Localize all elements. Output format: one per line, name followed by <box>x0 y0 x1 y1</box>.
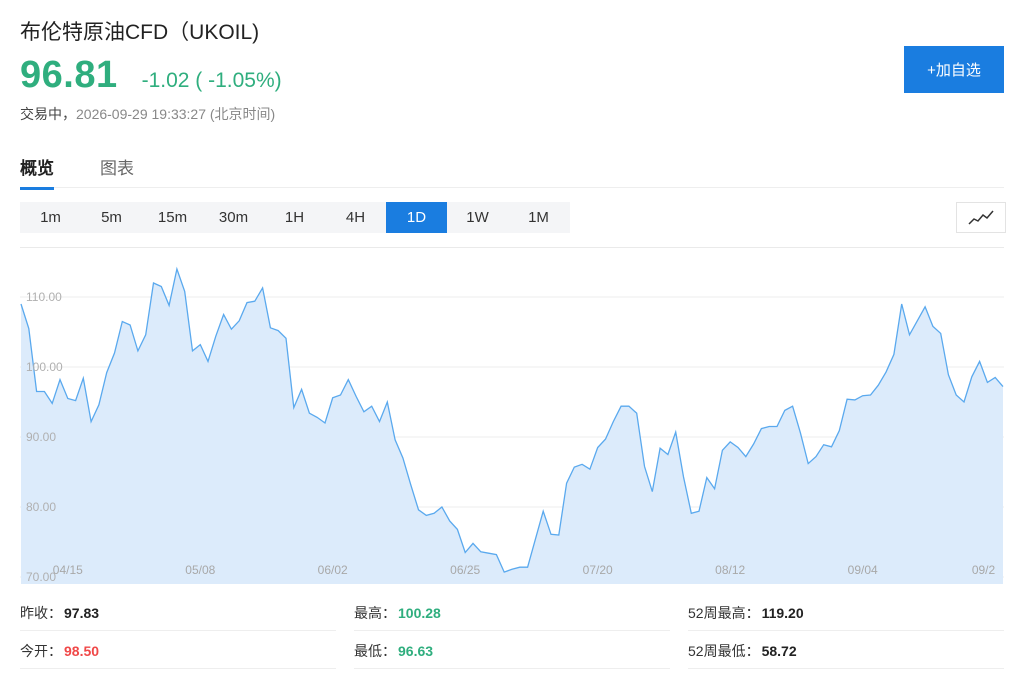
y-tick-label: 100.00 <box>26 360 63 374</box>
52w-high-value: 119.20 <box>761 604 804 621</box>
tab-bar: 概览 图表 <box>20 150 1004 190</box>
tab-overview[interactable]: 概览 <box>20 154 54 190</box>
prev-close-value: 97.83 <box>64 604 100 621</box>
high-value: 100.28 <box>398 604 441 621</box>
timeframe-1mo[interactable]: 1M <box>508 202 569 233</box>
price-area <box>21 269 1003 584</box>
price-row: 96.81 -1.02 ( -1.05%) <box>20 54 282 97</box>
timeframe-1d[interactable]: 1D <box>386 202 447 233</box>
low-label: 最低： <box>354 642 396 659</box>
timeframe-5m[interactable]: 5m <box>81 202 142 233</box>
timeframe-1m[interactable]: 1m <box>20 202 81 233</box>
x-tick-label: 07/20 <box>583 563 613 577</box>
x-tick-label: 06/25 <box>450 563 480 577</box>
line-chart-icon <box>968 210 994 225</box>
timeframe-selector: 1m 5m 15m 30m 1H 4H 1D 1W 1M <box>20 202 570 233</box>
quote-timestamp: 2026-09-29 19:33:27 (北京时间) <box>76 106 276 122</box>
timeframe-1h[interactable]: 1H <box>264 202 325 233</box>
x-tick-label: 04/15 <box>53 563 83 577</box>
last-price: 96.81 <box>20 54 118 96</box>
52w-low-label: 52周最低： <box>688 642 760 659</box>
tab-chart[interactable]: 图表 <box>100 154 134 187</box>
stat-low: 最低： 96.63 <box>354 633 670 669</box>
x-tick-label: 09/2 <box>972 563 996 577</box>
chart-type-button[interactable] <box>956 202 1006 233</box>
timeframe-30m[interactable]: 30m <box>203 202 264 233</box>
timeframe-1w[interactable]: 1W <box>447 202 508 233</box>
low-value: 96.63 <box>398 642 434 659</box>
timeframe-15m[interactable]: 15m <box>142 202 203 233</box>
price-chart-svg: 70.0080.0090.00100.00110.0004/15 05/08 06/… <box>20 266 1004 584</box>
x-tick-label: 08/12 <box>715 563 745 577</box>
prev-close-label: 昨收： <box>20 604 62 621</box>
y-tick-label: 110.00 <box>26 290 62 304</box>
stat-open: 今开： 98.50 <box>20 633 336 669</box>
x-tick-label: 06/02 <box>318 563 348 577</box>
open-label: 今开： <box>20 642 62 659</box>
y-tick-label: 90.00 <box>26 430 56 444</box>
instrument-title: 布伦特原油CFD（UKOIL) <box>20 21 260 44</box>
add-to-watchlist-button[interactable]: +加自选 <box>904 46 1004 93</box>
x-tick-label: 05/08 <box>185 563 215 577</box>
status-label: 交易中， <box>20 106 76 122</box>
x-tick-label: 09/04 <box>848 563 878 577</box>
stat-52w-low: 52周最低： 58.72 <box>688 633 1004 669</box>
52w-high-label: 52周最高： <box>688 604 760 621</box>
stat-high: 最高： 100.28 <box>354 595 670 631</box>
open-value: 98.50 <box>64 642 100 659</box>
timeframe-4h[interactable]: 4H <box>325 202 386 233</box>
stat-52w-high: 52周最高： 119.20 <box>688 595 1004 631</box>
52w-low-value: 58.72 <box>761 642 797 659</box>
price-change: -1.02 ( -1.05%) <box>141 69 282 92</box>
trading-status: 交易中，2026-09-29 19:33:27 (北京时间) <box>20 104 275 124</box>
price-chart: 70.00 80.00 90.00 100.00 110.00 04/15 05/08 06/… <box>20 247 1004 586</box>
high-label: 最高： <box>354 604 396 621</box>
stat-prev-close: 昨收： 97.83 <box>20 595 336 631</box>
y-tick-label: 80.00 <box>26 500 56 514</box>
